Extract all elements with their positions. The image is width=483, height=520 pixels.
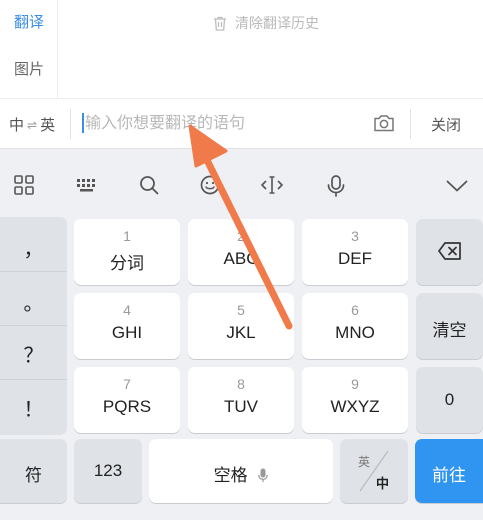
key-label: DEF (338, 249, 372, 268)
key-number: 3 (351, 228, 359, 244)
punct-exclaim-key[interactable]: ！ (0, 393, 67, 422)
space-key[interactable]: 空格 (149, 439, 333, 503)
zero-key-label: 0 (444, 390, 455, 409)
key-label: PQRS (102, 397, 152, 416)
key-7[interactable]: 7 PQRS (74, 367, 180, 433)
grid-icon[interactable] (14, 175, 34, 195)
toggle-english-label: 英 (358, 455, 371, 469)
symbol-key[interactable]: 符 (0, 439, 67, 503)
key-number: 4 (123, 302, 131, 318)
keyboard-toolbar (0, 149, 483, 215)
divider (0, 379, 67, 380)
divider (410, 109, 411, 139)
key-number: 9 (351, 376, 359, 392)
sidebar-item-translate[interactable]: 翻译 (0, 11, 58, 32)
key-3[interactable]: 3 DEF (302, 219, 408, 285)
go-button[interactable]: 前往 (415, 439, 483, 503)
key-label: 分词 (110, 254, 144, 273)
target-language: 英 (40, 117, 56, 134)
source-language: 中 (9, 117, 25, 134)
translate-input-row: 中 ⇌ 英 关闭 (0, 98, 483, 148)
keyboard-icon[interactable] (76, 178, 98, 192)
key-label: WXYZ (330, 397, 380, 416)
text-cursor (82, 113, 84, 133)
camera-icon[interactable] (373, 113, 395, 133)
punctuation-column: ， 。 ？ ！ (0, 217, 67, 435)
app-header-area: 翻译 图片 清除翻译历史 (0, 0, 483, 98)
numbers-key-label: 123 (93, 461, 123, 480)
key-label: JKL (226, 323, 256, 342)
sidebar: 翻译 图片 (0, 0, 58, 98)
translate-input[interactable] (85, 111, 345, 137)
key-2[interactable]: 2 ABC (188, 219, 294, 285)
diagonal-divider (359, 450, 389, 492)
clear-key-label: 清空 (432, 321, 467, 340)
clear-history-button[interactable]: 清除翻译历史 (213, 13, 319, 33)
space-key-content: 空格 (149, 461, 333, 486)
key-number: 2 (237, 228, 245, 244)
key-4[interactable]: 4 GHI (74, 293, 180, 359)
key-number: 7 (123, 376, 131, 392)
close-button[interactable]: 关闭 (418, 114, 474, 135)
key-label: TUV (224, 397, 258, 416)
emoji-icon[interactable] (200, 175, 220, 195)
punct-question-key[interactable]: ？ (0, 339, 67, 368)
punct-period-key[interactable]: 。 (0, 287, 67, 316)
cursor-move-icon[interactable] (261, 175, 283, 195)
space-key-label: 空格 (213, 466, 248, 485)
divider (70, 109, 71, 139)
key-label: GHI (111, 323, 143, 342)
sidebar-item-image[interactable]: 图片 (0, 58, 58, 79)
backspace-icon (438, 242, 461, 260)
language-toggle-key[interactable]: 英 中 (340, 439, 408, 503)
language-switcher[interactable]: 中 ⇌ 英 (9, 114, 55, 135)
go-button-label: 前往 (432, 466, 466, 485)
divider (0, 271, 67, 272)
microphone-icon[interactable] (327, 175, 345, 197)
key-9[interactable]: 9 WXYZ (302, 367, 408, 433)
trash-icon (214, 16, 226, 31)
key-number: 8 (237, 376, 245, 392)
divider (0, 325, 67, 326)
backspace-key[interactable] (416, 219, 483, 285)
ime-keyboard: ， 。 ？ ！ 1 分词 2 ABC 3 DEF 4 GHI 5 JKL 6 M… (0, 148, 483, 520)
clear-key[interactable]: 清空 (416, 293, 483, 359)
key-number: 6 (351, 302, 359, 318)
symbol-key-label: 符 (25, 466, 42, 485)
swap-icon: ⇌ (27, 117, 38, 132)
key-number: 1 (123, 228, 131, 244)
chevron-down-icon[interactable] (446, 180, 468, 192)
search-icon[interactable] (139, 175, 159, 195)
key-5[interactable]: 5 JKL (188, 293, 294, 359)
microphone-icon (258, 468, 269, 482)
punct-comma-key[interactable]: ， (0, 233, 67, 262)
key-6[interactable]: 6 MNO (302, 293, 408, 359)
key-1[interactable]: 1 分词 (74, 219, 180, 285)
toggle-chinese-label: 中 (376, 476, 390, 491)
key-0[interactable]: 0 (416, 367, 483, 433)
clear-history-label: 清除翻译历史 (235, 15, 319, 31)
numbers-key[interactable]: 123 (74, 439, 142, 503)
key-label: MNO (335, 323, 375, 342)
key-label: ABC (223, 249, 259, 268)
key-8[interactable]: 8 TUV (188, 367, 294, 433)
key-number: 5 (237, 302, 245, 318)
